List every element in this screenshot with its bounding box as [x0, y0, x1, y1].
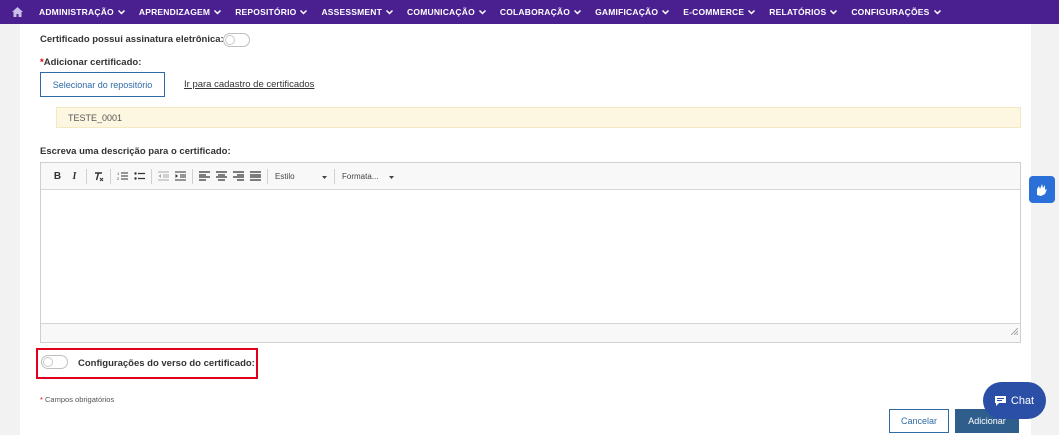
signature-toggle[interactable] [223, 33, 250, 47]
toggle-knob [225, 35, 235, 45]
italic-icon[interactable]: I [66, 168, 83, 185]
chevron-down-icon [748, 7, 756, 17]
select-from-repository-button[interactable]: Selecionar do repositório [40, 72, 165, 97]
chat-bubble-icon [994, 395, 1006, 406]
chevron-down-icon [117, 7, 125, 17]
numbered-list-icon[interactable]: 12 [114, 168, 131, 185]
back-config-toggle[interactable] [41, 355, 68, 369]
toolbar-divider [86, 168, 87, 184]
align-center-icon[interactable] [213, 168, 230, 185]
chevron-down-icon [574, 7, 582, 17]
required-fields-note: * Campos obrigatórios [40, 395, 115, 404]
editor-content-area[interactable] [41, 190, 1020, 324]
nav-item-aprendizagem[interactable]: APRENDIZAGEM [139, 7, 222, 17]
nav-item-comunicacao[interactable]: COMUNICAÇÃO [407, 7, 486, 17]
chevron-down-icon [830, 7, 838, 17]
toolbar-divider [192, 168, 193, 184]
toggle-knob [43, 357, 53, 367]
nav-item-administracao[interactable]: ADMINISTRAÇÃO [39, 7, 125, 17]
outdent-icon[interactable] [155, 168, 172, 185]
chat-label: Chat [1010, 394, 1035, 407]
sign-language-icon[interactable] [1029, 176, 1055, 203]
add-certificate-label: *Adicionar certificado: [40, 57, 142, 68]
bold-icon[interactable]: B [49, 168, 66, 185]
chevron-down-icon [386, 7, 394, 17]
style-combo[interactable]: Estilo [271, 168, 331, 185]
chevron-down-icon [300, 7, 308, 17]
caret-down-icon [389, 172, 394, 181]
indent-icon[interactable] [172, 168, 189, 185]
align-left-icon[interactable] [196, 168, 213, 185]
toolbar-divider [267, 168, 268, 184]
bulleted-list-icon[interactable] [131, 168, 148, 185]
nav-item-repositorio[interactable]: REPOSITÓRIO [235, 7, 308, 17]
remove-format-icon[interactable] [90, 168, 107, 185]
signature-label: Certificado possui assinatura eletrônica… [40, 34, 224, 45]
toolbar-divider [334, 168, 335, 184]
certificate-registration-link[interactable]: Ir para cadastro de certificados [184, 79, 314, 90]
nav-item-relatorios[interactable]: RELATÓRIOS [769, 7, 838, 17]
chevron-down-icon [478, 7, 486, 17]
chevron-down-icon [933, 7, 941, 17]
chevron-down-icon [662, 7, 670, 17]
nav-item-gamificacao[interactable]: GAMIFICAÇÃO [595, 7, 670, 17]
required-mark: * [40, 395, 43, 404]
nav-item-assessment[interactable]: ASSESSMENT [321, 7, 394, 17]
selected-certificate-name: TESTE_0001 [68, 112, 123, 123]
back-config-label: Configurações do verso do certificado: [78, 358, 255, 369]
top-navigation: ADMINISTRAÇÃO APRENDIZAGEM REPOSITÓRIO A… [0, 0, 1059, 24]
toolbar-divider [151, 168, 152, 184]
description-label: Escreva uma descrição para o certificado… [40, 146, 231, 157]
cancel-button[interactable]: Cancelar [889, 409, 949, 433]
chevron-down-icon [214, 7, 222, 17]
justify-icon[interactable] [247, 168, 264, 185]
toolbar-divider [110, 168, 111, 184]
svg-text:2: 2 [117, 176, 120, 181]
editor-toolbar: B I 12 Estilo Formata... [41, 163, 1020, 190]
nav-item-e-commerce[interactable]: E-COMMERCE [683, 7, 756, 17]
caret-down-icon [322, 172, 327, 181]
home-icon[interactable] [0, 0, 34, 24]
align-right-icon[interactable] [230, 168, 247, 185]
nav-item-configuracoes[interactable]: CONFIGURAÇÕES [851, 7, 941, 17]
rich-text-editor: B I 12 Estilo Formata... [40, 162, 1021, 343]
format-combo[interactable]: Formata... [338, 168, 398, 185]
nav-item-colaboracao[interactable]: COLABORAÇÃO [500, 7, 582, 17]
editor-statusbar [41, 323, 1020, 342]
resize-handle-icon[interactable] [1010, 322, 1019, 340]
selected-certificate: TESTE_0001 [56, 107, 1021, 128]
chat-button[interactable]: Chat [983, 382, 1046, 419]
